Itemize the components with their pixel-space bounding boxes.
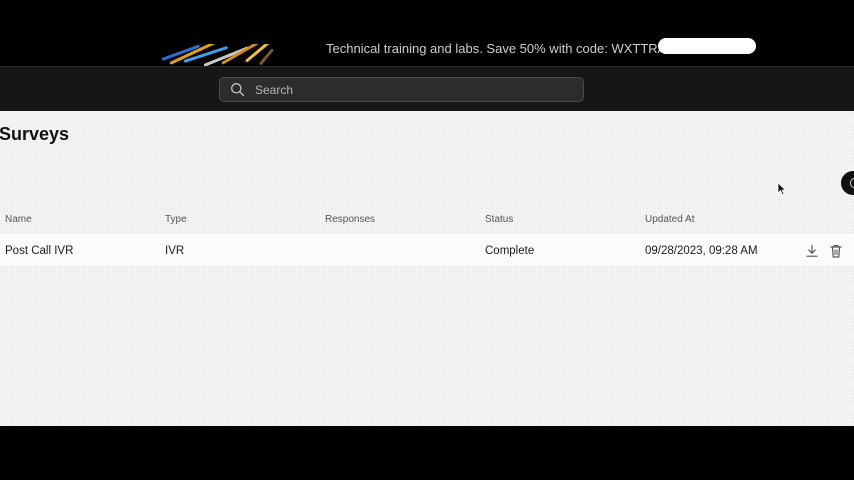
mouse-pointer-icon xyxy=(777,182,787,196)
delete-button[interactable] xyxy=(828,243,844,259)
search-box[interactable] xyxy=(219,77,584,102)
cell-updated-at: 09/28/2023, 09:28 AM xyxy=(645,245,758,257)
download-button[interactable] xyxy=(804,243,820,259)
table-row[interactable]: Post Call IVR IVR Complete 09/28/2023, 0… xyxy=(0,233,854,267)
main-content: Surveys Name Type Responses Status Updat… xyxy=(0,111,854,426)
promo-banner: Technical training and labs. Save 50% wi… xyxy=(0,0,854,66)
trash-icon xyxy=(828,243,844,259)
top-bar xyxy=(0,66,854,111)
banner-text: Technical training and labs. Save 50% wi… xyxy=(326,41,694,56)
bottom-letterbox xyxy=(0,426,854,480)
column-header-updated-at[interactable]: Updated At xyxy=(645,214,694,225)
column-header-type[interactable]: Type xyxy=(165,214,187,225)
column-header-name[interactable]: Name xyxy=(5,214,32,225)
column-header-status[interactable]: Status xyxy=(485,214,513,225)
cell-name: Post Call IVR xyxy=(5,245,74,257)
column-header-responses[interactable]: Responses xyxy=(325,214,375,225)
table-header: Name Type Responses Status Updated At xyxy=(0,212,854,230)
page-title: Surveys xyxy=(0,124,70,144)
download-icon xyxy=(804,243,820,259)
floating-action-button[interactable] xyxy=(841,171,854,195)
cell-status: Complete xyxy=(485,245,535,257)
search-input[interactable] xyxy=(255,82,555,97)
banner-artwork xyxy=(160,44,280,66)
search-icon xyxy=(230,82,245,97)
cell-type: IVR xyxy=(165,245,185,257)
banner-cta-button[interactable] xyxy=(658,38,756,54)
